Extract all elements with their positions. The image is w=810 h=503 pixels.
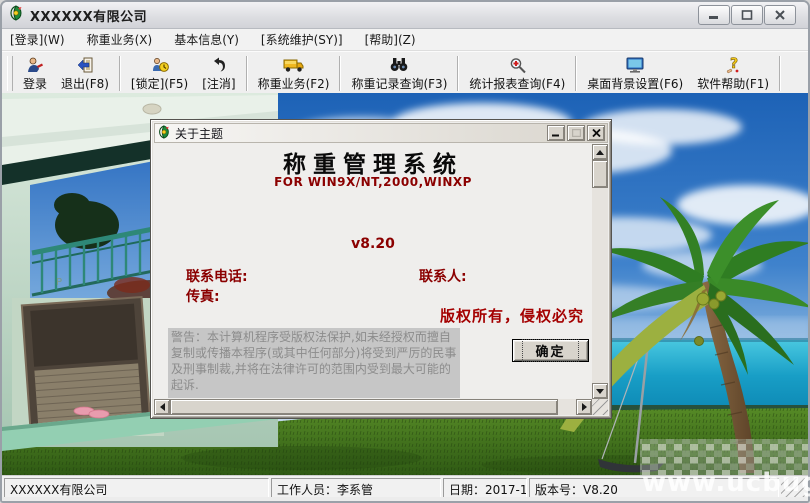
- close-button[interactable]: [764, 5, 796, 25]
- dialog-vertical-scrollbar[interactable]: [592, 144, 608, 399]
- toolbar-separator: [779, 56, 782, 91]
- dialog-heading: 称重管理系统: [283, 151, 463, 178]
- lock-user-clock-icon: [150, 55, 170, 74]
- dialog-icon: [157, 124, 171, 143]
- dialog-subtitle: FOR WIN9X/NT,2000,WINXP: [274, 175, 472, 189]
- dialog-minimize-button[interactable]: [547, 125, 565, 141]
- toolbar-separator: [118, 56, 121, 91]
- dialog-controls: [547, 125, 605, 141]
- fax-label: 传真:: [186, 289, 220, 305]
- toolbar-report-query-button[interactable]: 统计报表查询(F4): [462, 53, 572, 94]
- toolbar-logout-button[interactable]: [注消]: [195, 53, 242, 94]
- about-dialog: 关于主题 称重管理系统 FOR WIN9X/NT,2000,WINXP v8.2…: [150, 119, 612, 419]
- ok-button-label: 确定: [522, 339, 579, 362]
- minimize-button[interactable]: [698, 5, 730, 25]
- toolbar-help-button[interactable]: ? 软件帮助(F1): [690, 53, 776, 94]
- dialog-close-icon: [591, 129, 601, 137]
- menu-item-help[interactable]: [帮助](Z): [365, 31, 416, 48]
- horizontal-scroll-thumb[interactable]: [170, 399, 558, 415]
- dialog-content: 称重管理系统 FOR WIN9X/NT,2000,WINXP v8.20 联系电…: [154, 144, 592, 399]
- menu-item-system-maintain[interactable]: [系统维护(SY)]: [261, 31, 343, 48]
- dialog-version: v8.20: [351, 236, 395, 252]
- window-controls: [698, 5, 802, 25]
- dialog-title: 关于主题: [175, 126, 224, 141]
- maximize-icon: [741, 10, 753, 20]
- toolbar-exit-button[interactable]: 退出(F8): [54, 53, 116, 94]
- toolbar-lock-button[interactable]: [锁定](F5): [124, 53, 195, 94]
- watermark-text: www.ucbug.cc: [642, 468, 810, 498]
- toolbar-weighing-record-query-button[interactable]: 称重记录查询(F3): [344, 53, 454, 94]
- window-titlebar[interactable]: XXXXXX有限公司: [2, 2, 808, 29]
- toolbar-separator: [245, 56, 248, 91]
- minimize-icon: [709, 16, 718, 19]
- help-question-icon: ?: [724, 55, 742, 74]
- menu-item-basic-info[interactable]: 基本信息(Y): [174, 31, 239, 48]
- dialog-resize-grip[interactable]: [592, 399, 608, 415]
- toolbar-weighing-business-button[interactable]: 称重业务(F2): [251, 53, 337, 94]
- ok-button[interactable]: 确定: [512, 339, 589, 362]
- exit-door-icon: [75, 55, 95, 74]
- toolbar: 登录 退出(F8) [锁定](F5) [注消] 称重业务(F2) 称重记录查询(…: [2, 51, 808, 96]
- dialog-maximize-icon: [571, 129, 581, 137]
- dialog-horizontal-scrollbar[interactable]: [154, 399, 592, 415]
- scroll-up-button[interactable]: [592, 144, 608, 160]
- toolbar-separator: [575, 56, 578, 91]
- login-person-icon: [25, 55, 45, 74]
- toolbar-desktop-background-button[interactable]: 桌面背景设置(F6): [580, 53, 690, 94]
- app-icon: [8, 5, 24, 25]
- toolbar-separator: [457, 56, 460, 91]
- menu-item-login[interactable]: [登录](W): [10, 31, 65, 48]
- copyright-notice: 版权所有，侵权必究: [439, 307, 584, 325]
- contact-person-label: 联系人:: [419, 269, 467, 285]
- window-title: XXXXXX有限公司: [30, 9, 148, 25]
- scroll-right-button[interactable]: [576, 399, 592, 415]
- close-icon: [775, 10, 785, 20]
- dialog-maximize-button[interactable]: [567, 125, 585, 141]
- dialog-minimize-icon: [552, 134, 559, 137]
- truck-icon: [283, 55, 305, 74]
- scroll-left-button[interactable]: [154, 399, 170, 415]
- toolbar-gripper[interactable]: [7, 56, 13, 91]
- toolbar-separator: [339, 56, 342, 91]
- report-magnifier-icon: [508, 55, 527, 74]
- toolbar-login-button[interactable]: 登录: [16, 53, 54, 94]
- menu-item-weighing[interactable]: 称重业务(X): [87, 31, 153, 48]
- contact-phone-label: 联系电话:: [186, 269, 248, 285]
- dialog-close-button[interactable]: [587, 125, 605, 141]
- scroll-down-button[interactable]: [592, 383, 608, 399]
- desktop-monitor-icon: [625, 55, 645, 74]
- dialog-titlebar[interactable]: 关于主题: [154, 123, 608, 143]
- menu-bar: [登录](W) 称重业务(X) 基本信息(Y) [系统维护(SY)] [帮助](…: [2, 29, 808, 51]
- maximize-button[interactable]: [731, 5, 763, 25]
- svg-text:P: P: [56, 277, 62, 288]
- vertical-scroll-thumb[interactable]: [592, 160, 608, 188]
- binoculars-icon: [389, 55, 409, 74]
- dialog-client-area: 称重管理系统 FOR WIN9X/NT,2000,WINXP v8.20 联系电…: [154, 144, 608, 415]
- undo-arrow-icon: [210, 55, 228, 74]
- copyright-warning-text: 警告：本计算机程序受版权法保护,如未经授权而擅自复制或传播本程序(或其中任何部分…: [168, 328, 460, 398]
